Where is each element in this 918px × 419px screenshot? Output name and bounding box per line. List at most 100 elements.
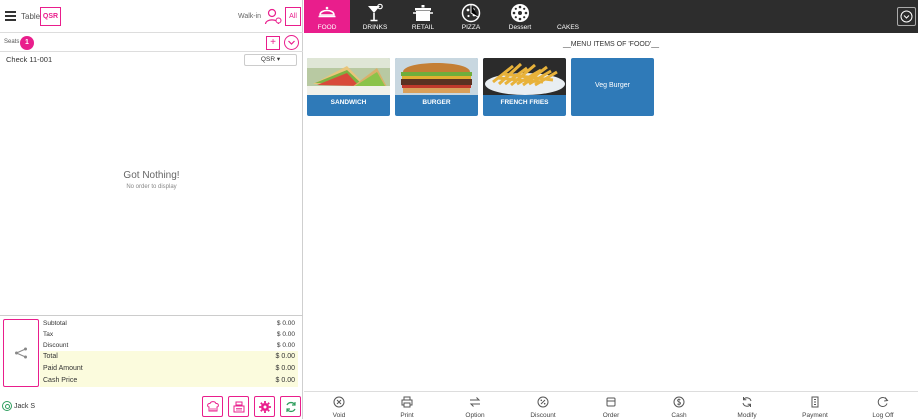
add-seat-button[interactable]: + — [266, 36, 280, 50]
burger-image — [395, 58, 478, 95]
category-dessert[interactable]: Dessert — [498, 0, 542, 33]
sync-icon — [286, 401, 296, 413]
menu-item-label: SANDWICH — [330, 99, 367, 106]
cash-price-row: Cash Price $ 0.00 — [40, 375, 298, 387]
category-food-label: FOOD — [317, 24, 337, 31]
action-bar: Void Print Option Discount Order Cash Mo… — [304, 391, 918, 419]
totals-section: Subtotal $ 0.00 Tax $ 0.00 Discount $ 0.… — [0, 315, 303, 391]
seats-label: Seats — [4, 39, 20, 45]
cash-price-label: Cash Price — [43, 377, 78, 384]
order-button[interactable]: Order — [577, 392, 645, 419]
menu-item-label: Veg Burger — [594, 82, 631, 89]
walkin-label: Walk-in — [238, 13, 262, 20]
category-cakes[interactable]: CAKES — [546, 0, 590, 33]
void-icon — [333, 396, 345, 408]
check-bar: Check 11-001 QSR ▾ — [0, 52, 303, 68]
table-label[interactable]: Table — [21, 12, 40, 21]
category-retail-label: RETAIL — [411, 24, 435, 31]
check-number: Check 11-001 — [6, 55, 53, 64]
swap-icon — [469, 397, 481, 407]
print-label: Print — [400, 412, 414, 419]
chef-icon — [207, 401, 219, 412]
fries-image — [483, 58, 566, 95]
logoff-button[interactable]: Log Off — [849, 392, 917, 419]
paid-amount-row: Paid Amount $ 0.00 — [40, 363, 298, 375]
paid-amount-label: Paid Amount — [43, 365, 83, 372]
menu-title: __MENU ITEMS OF 'FOOD'__ — [562, 41, 660, 48]
empty-title: Got Nothing! — [123, 170, 180, 181]
total-label: Total — [43, 353, 58, 360]
order-label: Order — [602, 412, 620, 419]
qsr-button[interactable]: QSR — [40, 7, 61, 26]
empty-subtitle: No order to display — [126, 184, 177, 190]
category-food[interactable]: FOOD — [304, 0, 350, 33]
hamburger-menu-icon[interactable] — [5, 11, 16, 21]
share-icon — [15, 347, 27, 359]
logoff-label: Log Off — [872, 412, 894, 419]
order-panel: Table QSR Walk-in All Seats 1 + Check 11… — [0, 0, 303, 391]
order-type-select[interactable]: QSR ▾ — [244, 54, 297, 66]
option-label: Option — [465, 412, 485, 419]
seats-bar: Seats 1 + — [0, 33, 303, 52]
cash-register-icon — [233, 401, 245, 413]
sync-button[interactable] — [280, 396, 301, 417]
order-header: Table QSR Walk-in All — [0, 0, 303, 33]
print-icon — [401, 396, 413, 408]
payment-button[interactable]: Payment — [781, 392, 849, 419]
void-button[interactable]: Void — [305, 392, 373, 419]
category-dessert-label: Dessert — [508, 24, 532, 31]
pot-icon — [413, 5, 433, 21]
void-label: Void — [332, 412, 346, 419]
cash-button[interactable]: Cash — [645, 392, 713, 419]
user-name: Jack S — [14, 403, 36, 410]
settings-button[interactable] — [254, 396, 275, 417]
discount-label: Discount — [530, 412, 556, 419]
category-drinks[interactable]: DRINKS — [350, 0, 400, 33]
category-bar: FOOD DRINKS RETAIL PIZZA Dessert CAKES — [304, 0, 918, 33]
category-drinks-label: DRINKS — [362, 24, 388, 31]
all-button[interactable]: All — [285, 7, 301, 26]
gear-icon — [259, 401, 271, 413]
menu-item-label: BURGER — [422, 99, 451, 106]
user-status-icon — [2, 401, 12, 411]
discount-button[interactable]: Discount — [509, 392, 577, 419]
total-value: $ 0.00 — [275, 353, 295, 360]
discount-icon — [537, 396, 549, 408]
sandwich-image — [307, 58, 390, 95]
modify-icon — [742, 397, 752, 407]
print-button[interactable]: Print — [373, 392, 441, 419]
chevron-down-icon — [900, 10, 913, 23]
menu-item-burger[interactable]: BURGER — [395, 58, 478, 116]
option-button[interactable]: Option — [441, 392, 509, 419]
paid-amount-value: $ 0.00 — [275, 365, 295, 372]
payment-icon — [811, 396, 819, 408]
modify-label: Modify — [737, 412, 757, 419]
food-cover-icon — [318, 6, 336, 18]
chevron-down-icon[interactable] — [284, 35, 299, 50]
cash-label: Cash — [671, 412, 687, 419]
category-cakes-label: CAKES — [556, 24, 580, 31]
cash-price-value: $ 0.00 — [275, 377, 295, 384]
payment-label: Payment — [802, 412, 828, 419]
menu-item-label: FRENCH FRIES — [500, 99, 549, 106]
logoff-icon — [877, 397, 889, 407]
menu-item-sandwich[interactable]: SANDWICH — [307, 58, 390, 116]
seat-count-badge[interactable]: 1 — [20, 36, 34, 50]
cocktail-icon — [368, 3, 383, 22]
customer-icon[interactable] — [264, 7, 282, 25]
pizza-icon — [461, 3, 481, 23]
dessert-icon — [511, 4, 529, 22]
menu-item-veg-burger[interactable]: Veg Burger — [571, 58, 654, 116]
category-dropdown-button[interactable] — [897, 7, 916, 26]
user-bar: Jack S — [0, 391, 303, 419]
kitchen-button[interactable] — [202, 396, 223, 417]
cash-icon — [673, 396, 685, 408]
order-icon — [606, 397, 616, 407]
category-retail[interactable]: RETAIL — [400, 0, 446, 33]
menu-item-french-fries[interactable]: FRENCH FRIES — [483, 58, 566, 116]
share-button[interactable] — [3, 319, 39, 387]
modify-button[interactable]: Modify — [713, 392, 781, 419]
total-row: Total $ 0.00 — [40, 351, 298, 363]
register-button[interactable] — [228, 396, 249, 417]
category-pizza[interactable]: PIZZA — [450, 0, 492, 33]
